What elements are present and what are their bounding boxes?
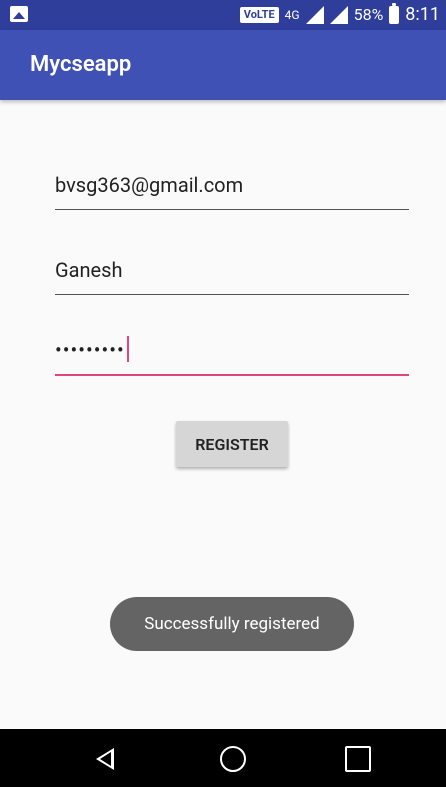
clock: 8:11 — [405, 4, 440, 25]
name-value: Ganesh — [55, 258, 123, 282]
email-underline — [55, 209, 409, 210]
app-bar: Mycseapp — [0, 30, 446, 100]
text-cursor — [126, 336, 129, 362]
status-right: VoLTE 4G 58% 8:11 — [239, 2, 440, 25]
name-field[interactable]: Ganesh — [55, 258, 409, 295]
back-icon[interactable] — [96, 746, 122, 772]
network-type: 4G — [284, 7, 300, 22]
battery-percent: 58% — [353, 5, 384, 24]
recents-icon[interactable] — [345, 746, 371, 772]
email-field[interactable]: bvsg363@gmail.com — [55, 173, 409, 210]
image-notification-icon — [10, 6, 28, 22]
navigation-bar — [0, 729, 446, 787]
home-icon[interactable] — [220, 746, 246, 772]
name-underline — [55, 294, 409, 295]
password-field[interactable]: ••••••••• — [55, 336, 409, 376]
register-button[interactable]: REGISTER — [176, 421, 288, 467]
signal-icon-2 — [329, 5, 348, 24]
app-title: Mycseapp — [30, 52, 132, 77]
volte-badge: VoLTE — [239, 6, 279, 23]
signal-icon — [305, 5, 324, 24]
email-value: bvsg363@gmail.com — [55, 173, 244, 197]
toast-message: Successfully registered — [110, 597, 354, 651]
password-mask: ••••••••• — [55, 338, 125, 362]
password-underline — [55, 374, 409, 376]
battery-icon — [389, 2, 400, 24]
status-bar: VoLTE 4G 58% 8:11 — [0, 0, 446, 30]
